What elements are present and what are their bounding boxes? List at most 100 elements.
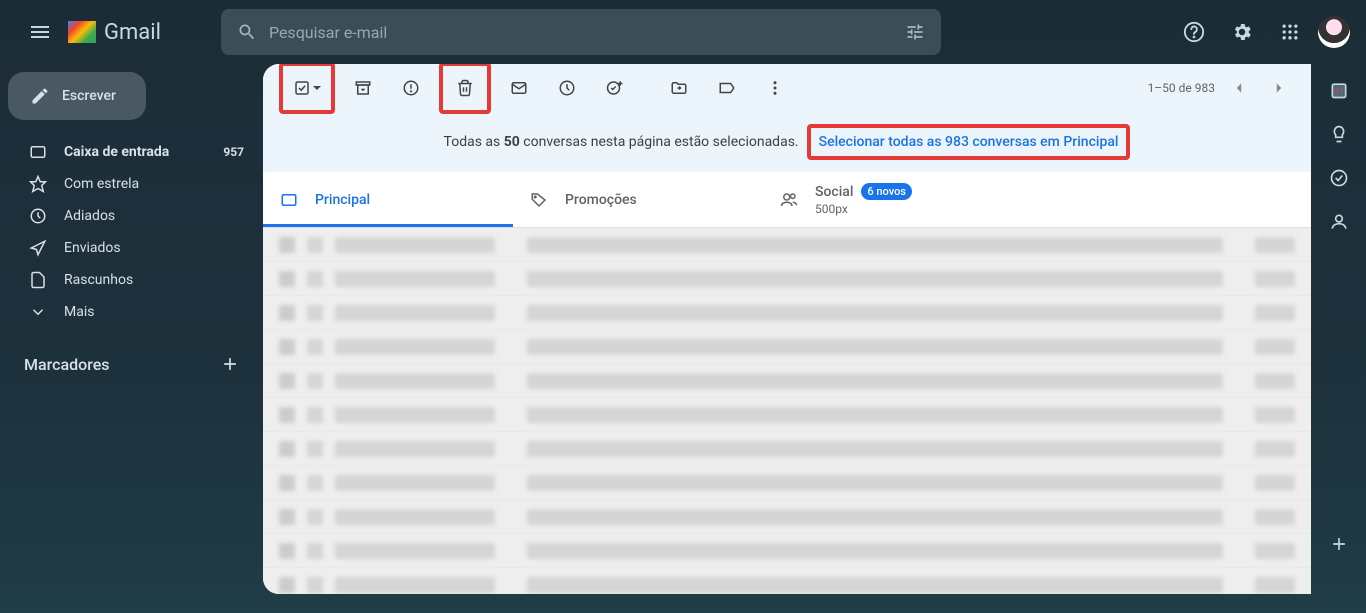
list-item[interactable]	[263, 466, 1311, 500]
support-button[interactable]	[1174, 12, 1214, 52]
star-icon	[28, 174, 48, 194]
settings-button[interactable]	[1222, 12, 1262, 52]
sidebar-item-label: Enviados	[64, 240, 121, 256]
chevron-right-icon	[1270, 79, 1288, 97]
move-to-button[interactable]	[659, 68, 699, 108]
contacts-addon-button[interactable]	[1329, 212, 1349, 232]
search-icon	[237, 22, 257, 42]
banner-text: Todas as 50 conversas nesta página estão…	[444, 134, 799, 150]
checkbox-checked-icon	[293, 79, 311, 97]
more-vertical-icon	[766, 79, 784, 97]
sidebar-item-count: 957	[223, 145, 244, 159]
list-item[interactable]	[263, 296, 1311, 330]
clock-icon	[558, 79, 576, 97]
apps-button[interactable]	[1270, 12, 1310, 52]
list-item[interactable]	[263, 364, 1311, 398]
category-tabs: Principal Promoções Social 6 novos 500px	[263, 172, 1311, 228]
compose-label: Escrever	[62, 88, 116, 104]
labels-title: Marcadores	[24, 355, 110, 374]
account-avatar[interactable]	[1318, 16, 1350, 48]
select-all-conversations-link[interactable]: Selecionar todas as 983 conversas em Pri…	[819, 134, 1119, 150]
pencil-icon	[30, 86, 50, 106]
sidebar-item-drafts[interactable]: Rascunhos	[8, 264, 256, 296]
avatar-image	[1318, 16, 1350, 48]
tag-icon	[529, 190, 549, 210]
apps-grid-icon	[1280, 22, 1300, 42]
compose-button[interactable]: Escrever	[8, 72, 146, 120]
gmail-logo-icon	[68, 21, 96, 43]
hamburger-icon	[28, 20, 52, 44]
list-item[interactable]	[263, 228, 1311, 262]
tab-social[interactable]: Social 6 novos 500px	[763, 172, 1013, 227]
more-actions-button[interactable]	[755, 68, 795, 108]
inbox-icon	[28, 142, 48, 162]
sidebar-item-snoozed[interactable]: Adiados	[8, 200, 256, 232]
trash-icon	[456, 79, 474, 97]
pagination: 1–50 de 983	[1148, 72, 1295, 104]
list-item[interactable]	[263, 432, 1311, 466]
calendar-addon-button[interactable]: 31	[1329, 80, 1349, 100]
sidebar: Escrever Caixa de entrada 957 Com estrel…	[0, 64, 256, 384]
highlight-select-all-link: Selecionar todas as 983 conversas em Pri…	[807, 124, 1131, 160]
tab-label: Social	[815, 184, 853, 200]
labels-section-header: Marcadores	[8, 344, 256, 384]
add-to-tasks-button[interactable]	[595, 68, 635, 108]
gear-icon	[1231, 21, 1253, 43]
tab-label: Promoções	[565, 192, 637, 208]
email-list	[263, 228, 1311, 594]
inbox-tab-icon	[279, 190, 299, 210]
list-item[interactable]	[263, 534, 1311, 568]
list-item[interactable]	[263, 398, 1311, 432]
sidebar-item-inbox[interactable]: Caixa de entrada 957	[8, 136, 256, 168]
delete-button[interactable]	[445, 68, 485, 108]
clock-icon	[28, 206, 48, 226]
add-label-button[interactable]	[220, 354, 240, 374]
archive-button[interactable]	[343, 68, 383, 108]
send-icon	[28, 238, 48, 258]
add-addon-button[interactable]	[1329, 534, 1349, 554]
envelope-icon	[510, 79, 528, 97]
sidebar-item-label: Adiados	[64, 208, 115, 224]
gmail-logo[interactable]: Gmail	[68, 20, 161, 45]
search-options-button[interactable]	[905, 22, 925, 42]
caret-down-icon	[313, 86, 321, 90]
search-bar[interactable]	[221, 9, 941, 55]
chevron-down-icon	[28, 302, 48, 322]
keep-addon-button[interactable]	[1329, 124, 1349, 144]
snooze-button[interactable]	[547, 68, 587, 108]
label-icon	[718, 79, 736, 97]
list-item[interactable]	[263, 262, 1311, 296]
list-item[interactable]	[263, 568, 1311, 594]
labels-button[interactable]	[707, 68, 747, 108]
sidebar-item-label: Rascunhos	[64, 272, 133, 288]
report-spam-button[interactable]	[391, 68, 431, 108]
people-icon	[779, 190, 799, 210]
prev-page-button[interactable]	[1223, 72, 1255, 104]
pagination-text: 1–50 de 983	[1148, 81, 1215, 95]
list-item[interactable]	[263, 330, 1311, 364]
sidebar-item-more[interactable]: Mais	[8, 296, 256, 328]
selection-banner: Todas as 50 conversas nesta página estão…	[263, 112, 1311, 172]
next-page-button[interactable]	[1263, 72, 1295, 104]
main-content-panel: 1–50 de 983 Todas as 50 conversas nesta …	[263, 64, 1311, 594]
tab-sublabel: 500px	[815, 202, 912, 216]
svg-text:31: 31	[1334, 87, 1343, 97]
highlight-delete	[439, 64, 491, 114]
tasks-addon-button[interactable]	[1329, 168, 1349, 188]
search-input[interactable]	[269, 23, 905, 42]
list-item[interactable]	[263, 500, 1311, 534]
highlight-select-all	[279, 64, 335, 114]
select-all-checkbox[interactable]	[285, 68, 329, 108]
mark-unread-button[interactable]	[499, 68, 539, 108]
gmail-logo-text: Gmail	[104, 20, 161, 45]
sidebar-item-sent[interactable]: Enviados	[8, 232, 256, 264]
main-menu-button[interactable]	[16, 8, 64, 56]
archive-icon	[354, 79, 372, 97]
sidebar-item-starred[interactable]: Com estrela	[8, 168, 256, 200]
header: Gmail	[0, 0, 1366, 64]
tab-primary[interactable]: Principal	[263, 172, 513, 227]
tab-promotions[interactable]: Promoções	[513, 172, 763, 227]
toolbar: 1–50 de 983	[263, 64, 1311, 112]
task-icon	[606, 79, 624, 97]
right-side-panel: 31	[1312, 64, 1366, 594]
